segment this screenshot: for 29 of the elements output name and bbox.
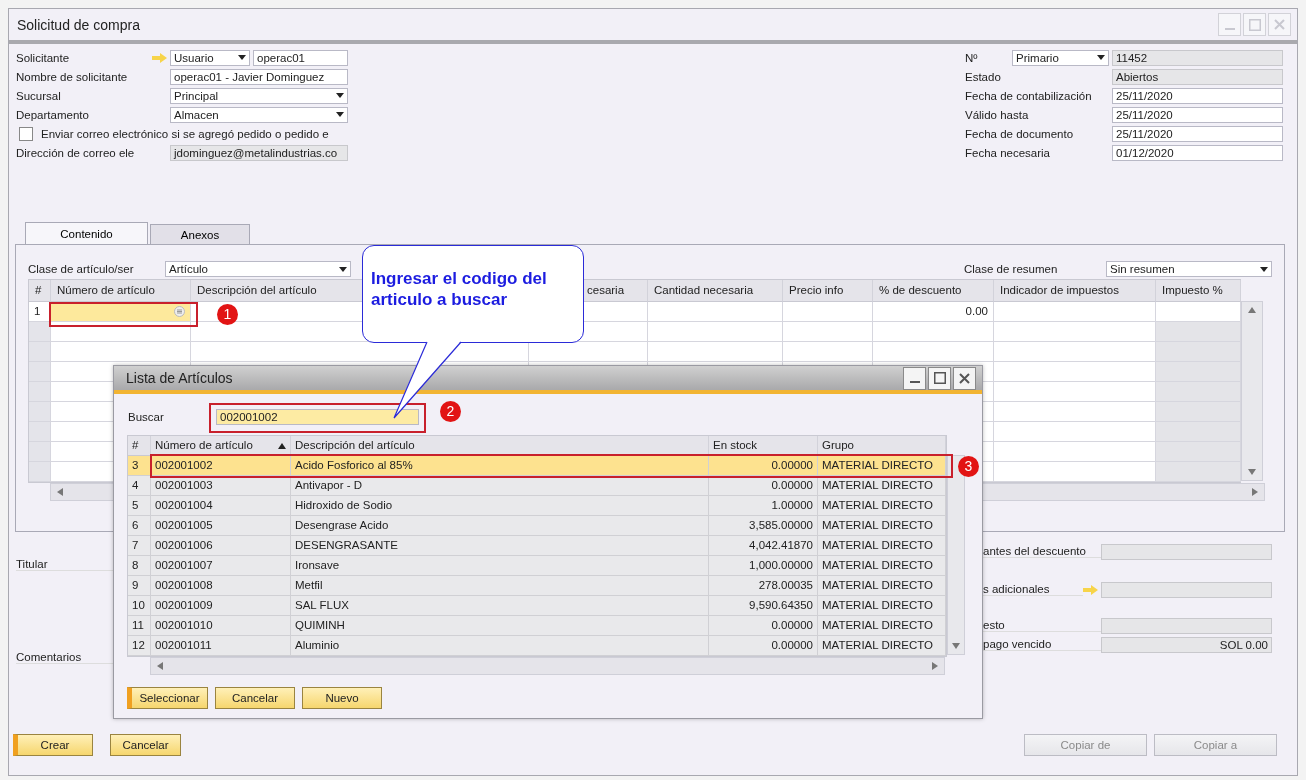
field-label: Nombre de solicitante — [16, 70, 129, 83]
field-label: Dirección de correo ele — [16, 146, 136, 159]
row-number: 5 — [128, 496, 151, 516]
field-label: Fecha de contabilización — [965, 89, 1093, 102]
field-label: Válido hasta — [965, 108, 1030, 121]
dialog-title: Lista de Artículos — [126, 370, 233, 386]
row-number: 8 — [128, 556, 151, 576]
row-number: 7 — [128, 536, 151, 556]
field-label: Fecha necesaria — [965, 146, 1052, 159]
row-number: 12 — [128, 636, 151, 656]
field-label: Buscar — [128, 410, 165, 423]
field-label: Clase de resumen — [964, 263, 1059, 275]
field-label: Sucursal — [16, 89, 62, 102]
row-number: 1 — [29, 302, 51, 322]
row-number: 9 — [128, 576, 151, 596]
field-label: Departamento — [16, 108, 90, 121]
row-number: 3 — [128, 456, 151, 476]
row-number: 4 — [128, 476, 151, 496]
field-label: Nº — [965, 51, 979, 64]
field-label: Estado — [965, 70, 1002, 83]
field-label: Fecha de documento — [965, 127, 1075, 140]
checkbox-label: Enviar correo electrónico si se agregó pedido o pedido e — [41, 127, 330, 140]
field-label: Clase de artículo/ser — [28, 263, 135, 275]
row-number: 11 — [128, 616, 151, 636]
row-number: 6 — [128, 516, 151, 536]
field-label: Solicitante — [16, 51, 71, 64]
row-number: 10 — [128, 596, 151, 616]
window-title: Solicitud de compra — [17, 16, 140, 33]
step-badge: 2 — [440, 400, 461, 422]
